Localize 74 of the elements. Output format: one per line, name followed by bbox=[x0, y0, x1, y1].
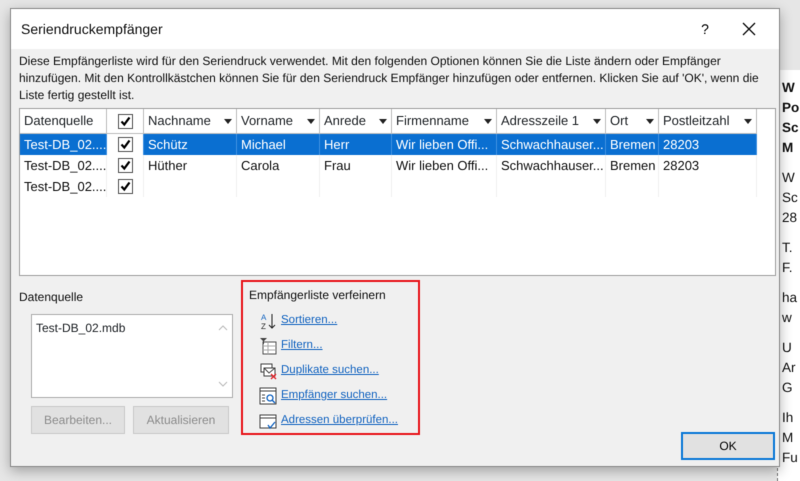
table-cell: Bremen bbox=[606, 134, 659, 155]
description-text: Diese Empfängerliste wird für den Seriendruck verwendet. Mit den folgenden Optionen können Sie die Liste ändern oder Empfänger hinzufügen. Mit den Kontrollkästchen können Sie für den Seriendruck Empfänger hinzufügen oder entfernen. Klicken Sie auf 'OK', wenn die Liste fertig gestellt ist. bbox=[18, 53, 760, 104]
table-cell: 28203 bbox=[659, 155, 757, 176]
document-text: W bbox=[782, 169, 796, 187]
table-cell: Carola bbox=[237, 155, 320, 176]
checkbox[interactable] bbox=[118, 137, 132, 152]
table-cell: Test-DB_02.... bbox=[20, 155, 107, 176]
close-icon bbox=[742, 22, 756, 36]
envelope-icon bbox=[259, 362, 277, 380]
table-cell: Herr bbox=[320, 134, 392, 155]
action-link[interactable]: Empfänger suchen... bbox=[281, 386, 388, 404]
table-cell: Test-DB_02.... bbox=[20, 176, 107, 197]
column-label: Firmenname bbox=[396, 112, 469, 130]
checkbox[interactable] bbox=[118, 158, 132, 173]
document-text: Sc bbox=[782, 119, 800, 137]
document-text: M bbox=[782, 139, 794, 157]
ok-button[interactable]: OK bbox=[681, 432, 775, 460]
checkbox[interactable] bbox=[118, 114, 132, 128]
document-text: F. bbox=[782, 259, 794, 277]
document-text: Sc bbox=[782, 189, 799, 207]
action-link[interactable]: Sortieren... bbox=[281, 312, 338, 330]
table-cell: 28203 bbox=[659, 134, 757, 155]
dropdown-arrow-icon[interactable] bbox=[224, 118, 232, 124]
table-cell: Schwachhauser... bbox=[497, 155, 606, 176]
table-row[interactable]: Test-DB_02.... Schütz Michael Herr Wir lieben Offi... Schwachhauser... Bremen 28203 bbox=[20, 134, 758, 155]
data-source-list[interactable]: Test-DB_02.mdb bbox=[31, 314, 233, 398]
checklist-icon bbox=[259, 412, 277, 430]
window-title: Seriendruckempfänger bbox=[21, 20, 164, 39]
dropdown-arrow-icon[interactable] bbox=[379, 118, 387, 124]
document-text: Ih bbox=[782, 409, 794, 427]
dropdown-arrow-icon[interactable] bbox=[593, 118, 601, 124]
search-icon bbox=[259, 386, 277, 404]
help-button[interactable]: ? bbox=[683, 9, 727, 49]
document-text: Ar bbox=[782, 359, 796, 377]
document-text: W bbox=[782, 79, 796, 97]
filter-icon bbox=[259, 336, 277, 354]
table-row[interactable]: Test-DB_02.... bbox=[20, 176, 775, 197]
document-text: G bbox=[782, 379, 794, 397]
document-text: U bbox=[782, 339, 793, 357]
column-label: Nachname bbox=[148, 112, 211, 130]
document-text: T. bbox=[782, 239, 794, 257]
action-link[interactable]: Adressen überprüfen... bbox=[281, 412, 398, 430]
group-label: Datenquelle bbox=[19, 289, 84, 306]
document-text: w bbox=[782, 309, 793, 327]
column-label: Datenquelle bbox=[24, 112, 94, 130]
table-cell: Michael bbox=[237, 134, 320, 155]
table-cell: Wir lieben Offi... bbox=[392, 155, 497, 176]
action-link[interactable]: Filtern... bbox=[281, 336, 323, 354]
column-label: Anrede bbox=[324, 112, 366, 130]
dropdown-arrow-icon[interactable] bbox=[307, 118, 315, 124]
table-cell: Schütz bbox=[144, 134, 237, 155]
column-label: Vorname bbox=[241, 112, 294, 130]
table-cell: Test-DB_02.... bbox=[20, 134, 107, 155]
table-cell: Schwachhauser... bbox=[497, 134, 606, 155]
table-cell: Bremen bbox=[606, 155, 659, 176]
checkbox[interactable] bbox=[118, 179, 132, 194]
document-text: Po bbox=[782, 99, 800, 117]
document-text: ha bbox=[782, 289, 798, 307]
action-link[interactable]: Duplikate suchen... bbox=[281, 362, 379, 380]
dropdown-arrow-icon[interactable] bbox=[744, 118, 752, 124]
table-cell: Wir lieben Offi... bbox=[392, 134, 497, 155]
list-item[interactable]: Test-DB_02.mdb bbox=[36, 319, 126, 337]
column-label: Postleitzahl bbox=[663, 112, 730, 130]
column-label: Adresszeile 1 bbox=[501, 112, 580, 130]
document-text: 28 bbox=[782, 209, 798, 227]
group-label: Empfängerliste verfeinern bbox=[249, 287, 387, 304]
table-cell: Frau bbox=[320, 155, 392, 176]
document-text: Fu bbox=[782, 449, 799, 467]
document-text: M bbox=[782, 429, 794, 447]
dropdown-arrow-icon[interactable] bbox=[646, 118, 654, 124]
dropdown-arrow-icon[interactable] bbox=[484, 118, 492, 124]
table-cell: Hüther bbox=[144, 155, 237, 176]
table-row[interactable]: Test-DB_02.... Hüther Carola Frau Wir lieben Offi... Schwachhauser... Bremen 28203 bbox=[20, 155, 775, 176]
column-label: Ort bbox=[610, 112, 628, 130]
